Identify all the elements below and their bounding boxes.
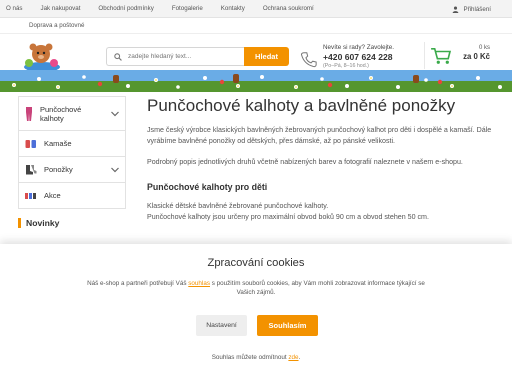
opening-hours: (Po–Pá, 8–16 hod.): [323, 63, 369, 69]
cookie-reject-link[interactable]: zde: [288, 354, 298, 361]
cookie-reject-label: Souhlas můžete odmítnout: [211, 354, 287, 361]
sidebar-item-socks[interactable]: Ponožky: [18, 157, 126, 183]
phone-icon: [300, 52, 317, 68]
top-nav-second-row: Doprava a poštovné: [0, 18, 512, 34]
search-button[interactable]: Hledat: [244, 47, 289, 66]
search-field[interactable]: [106, 47, 244, 66]
main-content: Punčochové kalhoty a bavlněné ponožky Js…: [147, 96, 499, 223]
cart-icon: [431, 47, 452, 64]
search-icon: [114, 52, 122, 61]
intro-paragraph: Jsme český výrobce klasických bavlněných…: [147, 126, 492, 145]
nav-link-gallery[interactable]: Fotogalerie: [172, 5, 203, 12]
page-title: Punčochové kalhoty a bavlněné ponožky: [147, 96, 456, 115]
chevron-down-icon[interactable]: [111, 167, 119, 172]
news-heading: Novinky: [18, 218, 59, 228]
sidebar-item-label: Ponožky: [44, 165, 73, 174]
cart-button[interactable]: 0 ks za 0 Kč: [424, 42, 493, 69]
sidebar-item-sale[interactable]: Akce: [18, 183, 126, 209]
cart-total: za 0 Kč: [463, 52, 490, 61]
top-nav: O nás Jak nakupovat Obchodní podmínky Fo…: [0, 0, 512, 18]
chevron-down-icon[interactable]: [111, 111, 119, 116]
decorative-banner: [0, 70, 512, 92]
intro-paragraph-2: Podrobný popis jednotlivých druhů včetně…: [147, 158, 463, 166]
cookie-accept-button[interactable]: Souhlasím: [257, 315, 318, 336]
socks-icon: [26, 164, 37, 174]
sale-icon: [25, 192, 36, 199]
cookie-reject-text: Souhlas můžete odmítnout zde.: [0, 354, 512, 361]
sidebar-item-label: Kamaše: [44, 139, 72, 148]
logo[interactable]: [21, 39, 63, 74]
legwarmers-icon: [25, 139, 36, 148]
cookie-text-part: Náš e-shop a partneři potřebují Váš: [87, 280, 187, 287]
search-bar: Hledat: [106, 47, 289, 66]
cookie-text: Náš e-shop a partneři potřebují Váš souh…: [80, 279, 432, 297]
phone-contact: Nevíte si rady? Zavolejte. +420 607 624 …: [300, 44, 394, 69]
cookie-reject-period: .: [298, 354, 301, 361]
sidebar-item-tights[interactable]: Punčochové kalhoty: [18, 96, 126, 131]
sidebar-item-legwarmers[interactable]: Kamaše: [18, 131, 126, 157]
sidebar-item-label: Akce: [44, 191, 61, 200]
nav-link-about[interactable]: O nás: [6, 5, 23, 12]
nav-link-privacy[interactable]: Ochrana soukromí: [263, 5, 314, 12]
nav-link-contacts[interactable]: Kontakty: [221, 5, 245, 12]
consent-link[interactable]: souhlas: [188, 280, 210, 287]
cookie-title: Zpracování cookies: [207, 257, 305, 269]
cookie-settings-button[interactable]: Nastavení: [196, 315, 247, 336]
search-input[interactable]: [128, 53, 238, 60]
section-text: Klasické dětské bavlněné žebrované punčo…: [147, 202, 329, 210]
contact-question: Nevíte si rady? Zavolejte.: [323, 44, 395, 51]
phone-number[interactable]: +420 607 624 228: [323, 52, 394, 62]
section-heading: Punčochové kalhoty pro děti: [147, 182, 268, 192]
cookie-text-part: s použitím souborů cookies, aby Vám mohl…: [211, 280, 425, 296]
section-text: Punčochové kalhoty jsou určeny pro maxim…: [147, 213, 429, 221]
tights-icon: [26, 106, 32, 121]
user-icon: [453, 6, 459, 13]
login-label: Přihlášení: [463, 5, 491, 13]
category-sidebar: Punčochové kalhoty Kamaše Ponožky Akce: [18, 96, 126, 209]
nav-link-terms[interactable]: Obchodní podmínky: [98, 5, 153, 12]
cart-count: 0 ks: [478, 45, 490, 51]
nav-link-shipping[interactable]: Doprava a poštovné: [29, 22, 84, 29]
login-link[interactable]: Přihlášení: [452, 0, 491, 18]
nav-link-how-to-buy[interactable]: Jak nakupovat: [41, 5, 81, 12]
sidebar-item-label: Punčochové kalhoty: [40, 104, 82, 123]
cookie-consent-panel: Zpracování cookies Náš e-shop a partneři…: [0, 244, 512, 384]
